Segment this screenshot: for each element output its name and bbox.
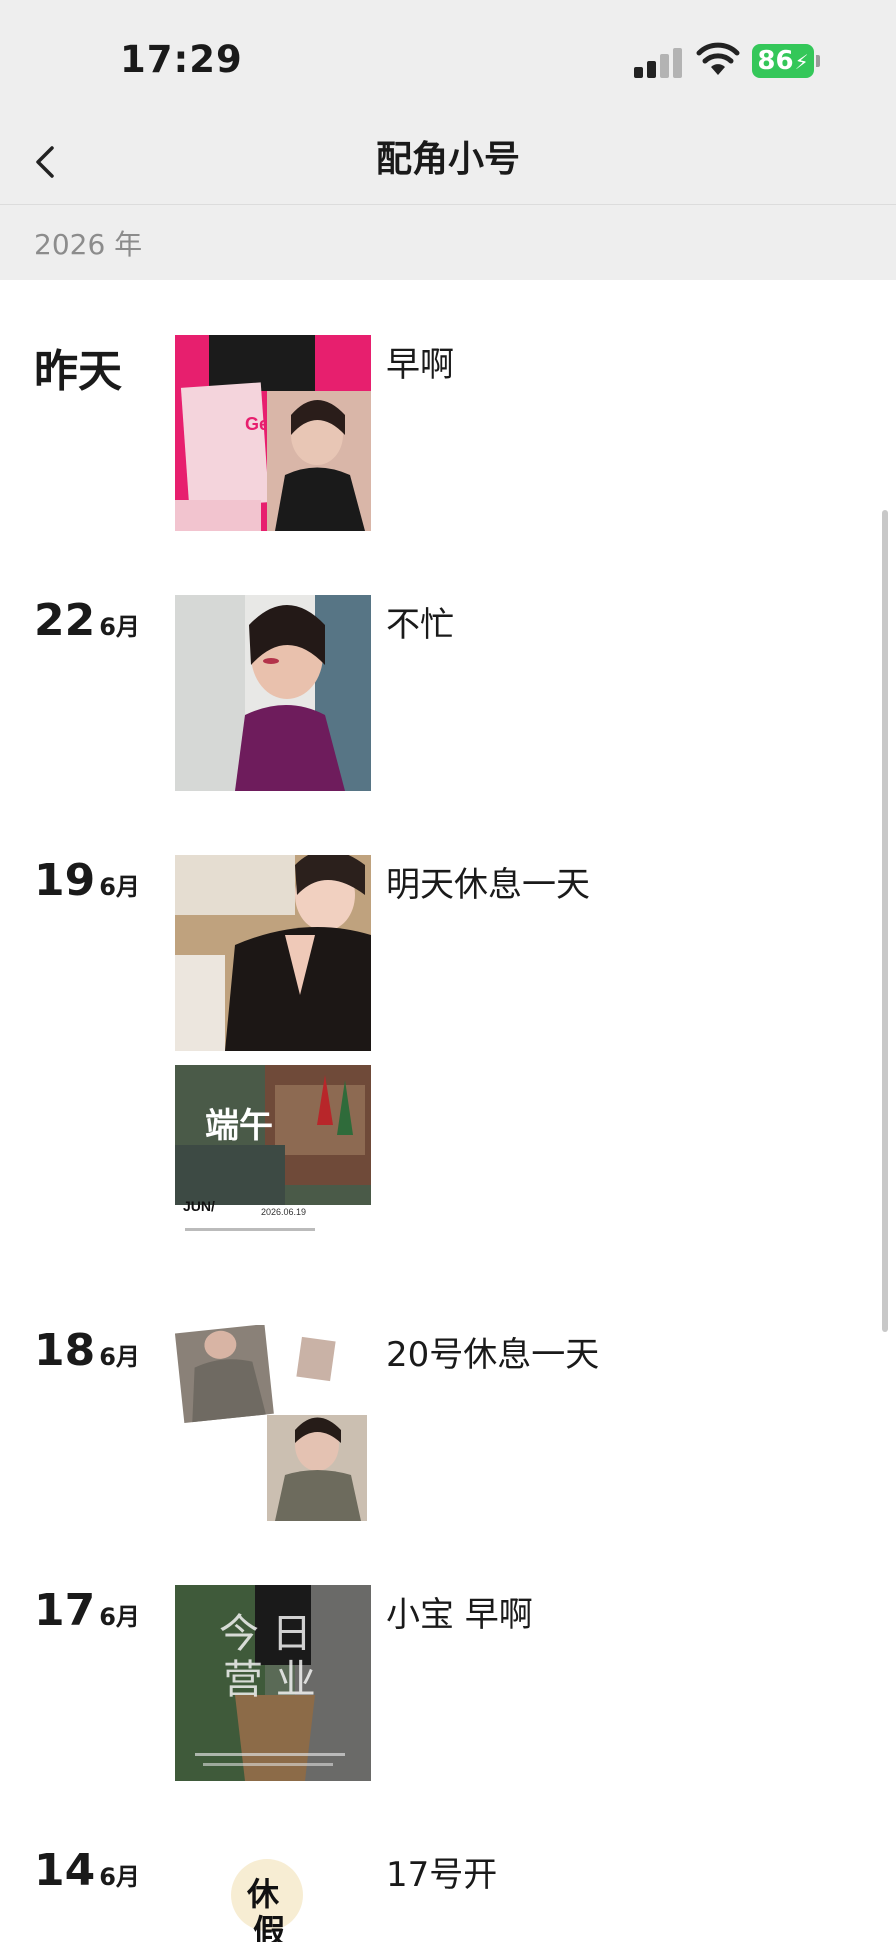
dragon-boat-poster-image: 端午 JUN/ 2026.06.19 [175,1065,371,1261]
post-date: 17 6月 [34,1585,140,1636]
post-image[interactable]: Get [175,335,371,531]
battery-level: 86 [757,46,794,76]
photo-collage-image [175,1325,371,1521]
post-day: 14 [34,1845,96,1896]
post-month: 6月 [99,613,140,641]
year-header: 2026 年 [0,205,896,280]
post-month: 6月 [99,1863,140,1891]
page-title: 配角小号 [375,139,520,180]
cellular-signal-icon [634,46,684,78]
post-image[interactable] [175,1325,371,1521]
calligraphy-poster-image: 休 假 [175,1845,371,1942]
post-image[interactable] [175,855,371,1051]
post-date: 18 6月 [34,1325,140,1376]
post-month: 6月 [99,1343,140,1371]
post-date: 昨天 [34,346,122,397]
poster-text-1: 休 [246,1875,280,1913]
status-time: 17:29 [120,38,243,81]
post-caption[interactable]: 17号开 [386,1847,497,1896]
poster-text-top: 今 日 [219,1611,312,1657]
portrait-photo-image [175,855,371,1051]
poster-title: 端午 [205,1106,273,1146]
post-caption[interactable]: 明天休息一天 [386,857,590,906]
status-bar: 17:29 86⚡ [0,0,896,120]
portrait-photo-image [175,595,371,791]
post-image[interactable] [175,595,371,791]
post-image[interactable]: 端午 JUN/ 2026.06.19 [175,1065,371,1261]
scrollbar[interactable] [882,510,888,1332]
poster-text-bottom: 营 业 [223,1657,316,1703]
business-poster-image: 今 日 营 业 [175,1585,371,1781]
post-month: 6月 [99,873,140,901]
post-caption[interactable]: 不忙 [386,597,454,646]
post-caption[interactable]: 早啊 [386,337,454,386]
battery-cap [816,55,820,67]
post-day: 19 [34,855,96,906]
post-day: 22 [34,595,96,646]
poster-month: JUN/ [183,1198,215,1214]
post-day: 18 [34,1325,96,1376]
post-caption[interactable]: 20号休息一天 [386,1327,599,1376]
post-day: 17 [34,1585,96,1636]
post-image[interactable]: 今 日 营 业 [175,1585,371,1781]
year-label: 2026 年 [34,228,143,261]
charging-bolt-icon: ⚡ [794,50,809,74]
battery-icon: 86⚡ [752,44,814,78]
poster-text-2: 假 [253,1912,285,1942]
post-date: 22 6月 [34,595,140,646]
poster-date: 2026.06.19 [261,1207,306,1217]
post-image[interactable]: 休 假 [175,1845,371,1942]
photo-collage-image: Get [175,335,371,531]
post-date: 19 6月 [34,855,140,906]
post-caption[interactable]: 小宝 早啊 [386,1587,533,1636]
post-date: 14 6月 [34,1845,140,1896]
nav-bar: 配角小号 [0,120,896,205]
post-month: 6月 [99,1603,140,1631]
wifi-icon [696,42,740,75]
